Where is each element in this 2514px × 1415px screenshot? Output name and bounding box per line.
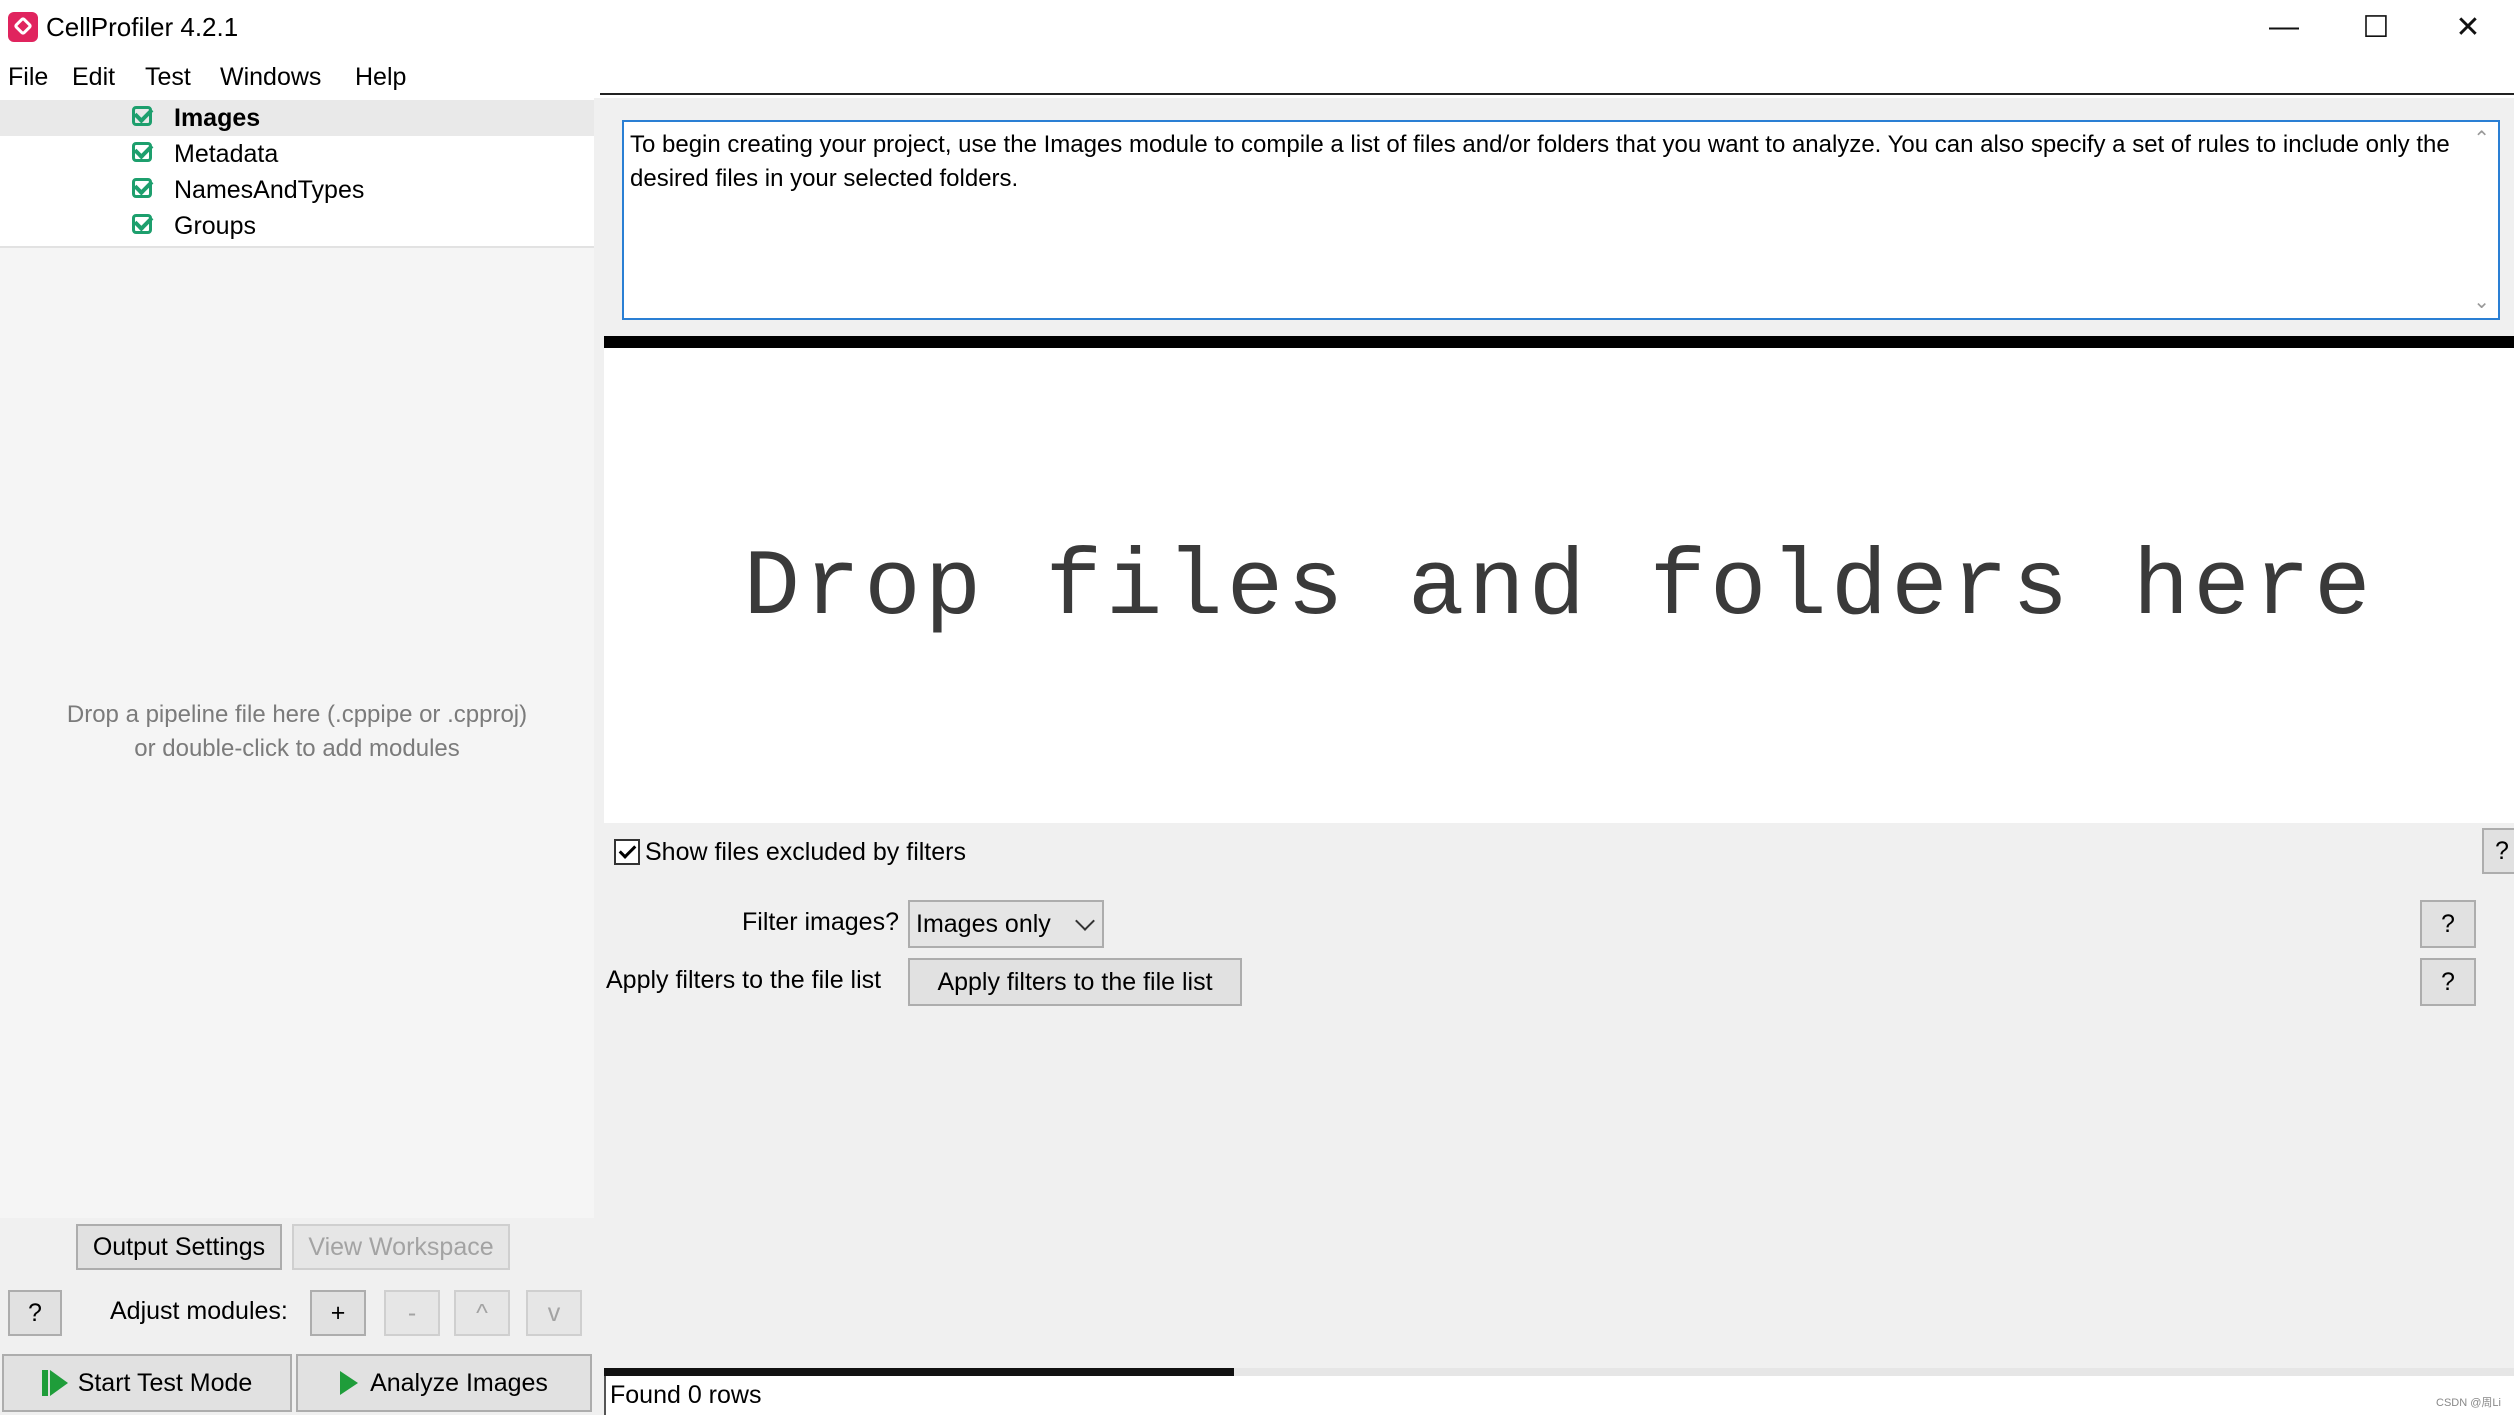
show-excluded-checkbox[interactable] <box>614 839 640 865</box>
pipeline-drop-line1: Drop a pipeline file here (.cppipe or .c… <box>66 701 528 728</box>
drop-files-text: Drop files and folders here <box>743 536 2375 642</box>
module-row-groups[interactable]: Groups <box>0 208 594 244</box>
analyze-images-button[interactable]: Analyze Images <box>296 1354 592 1412</box>
status-text: Found 0 rows <box>610 1381 762 1409</box>
maximize-button[interactable]: ☐ <box>2330 0 2422 54</box>
module-label: Images <box>174 104 261 132</box>
output-settings-button[interactable]: Output Settings <box>76 1224 282 1270</box>
status-bar: Found 0 rows <box>604 1376 2514 1415</box>
settings-divider <box>600 93 2514 101</box>
close-button[interactable]: ✕ <box>2422 0 2514 54</box>
module-label: NamesAndTypes <box>174 176 365 204</box>
filter-images-value: Images only <box>916 909 1051 938</box>
menu-edit[interactable]: Edit <box>72 62 115 92</box>
move-module-up-button[interactable]: ^ <box>454 1290 510 1336</box>
module-enabled-check-icon[interactable] <box>132 142 152 162</box>
pipeline-help-button[interactable]: ? <box>8 1290 62 1336</box>
filter-images-help-button[interactable]: ? <box>2420 900 2476 948</box>
adjust-modules-label: Adjust modules: <box>110 1297 288 1325</box>
apply-filters-label: Apply filters to the file list <box>606 966 882 994</box>
watermark: CSDN @周Li <box>2436 1397 2501 1409</box>
apply-filters-help-button[interactable]: ? <box>2420 958 2476 1006</box>
module-row-metadata[interactable]: Metadata <box>0 136 594 172</box>
module-list: Images Metadata NamesAndTypes Groups <box>0 98 594 248</box>
analyze-images-label: Analyze Images <box>370 1368 548 1397</box>
pipeline-drop-line2: or double-click to add modules <box>134 735 460 762</box>
progress-fill <box>604 1368 1235 1376</box>
scroll-up-icon[interactable]: ⌃ <box>2473 126 2490 151</box>
title-bar: CellProfiler 4.2.1 — ☐ ✕ <box>0 0 2514 54</box>
menu-windows[interactable]: Windows <box>220 62 321 92</box>
module-row-images[interactable]: Images <box>0 100 594 136</box>
play-icon <box>340 1371 359 1395</box>
file-list-header-bar <box>604 336 2514 348</box>
show-excluded-help-button[interactable]: ? <box>2482 828 2514 874</box>
module-enabled-check-icon[interactable] <box>132 178 152 198</box>
module-label: Metadata <box>174 140 279 168</box>
progress-bar <box>604 1368 2514 1376</box>
start-test-mode-label: Start Test Mode <box>77 1368 253 1397</box>
menu-file[interactable]: File <box>8 62 48 92</box>
view-workspace-button[interactable]: View Workspace <box>292 1224 510 1270</box>
test-mode-play-icon <box>41 1370 68 1396</box>
show-excluded-label: Show files excluded by filters <box>645 838 966 866</box>
window-title: CellProfiler 4.2.1 <box>46 12 239 42</box>
pipeline-drop-hint[interactable]: Drop a pipeline file here (.cppipe or .c… <box>0 698 594 766</box>
pipeline-panel <box>0 98 594 1218</box>
module-help-textbox[interactable]: To begin creating your project, use the … <box>622 120 2500 320</box>
scroll-down-icon[interactable]: ⌄ <box>2473 289 2490 314</box>
module-enabled-check-icon[interactable] <box>132 106 152 126</box>
filter-images-select[interactable]: Images only <box>908 900 1104 948</box>
move-module-down-button[interactable]: v <box>526 1290 582 1336</box>
module-help-text: To begin creating your project, use the … <box>630 131 2450 192</box>
module-row-namesandtypes[interactable]: NamesAndTypes <box>0 172 594 208</box>
filter-images-label: Filter images? <box>742 908 899 936</box>
module-enabled-check-icon[interactable] <box>132 214 152 234</box>
module-label: Groups <box>174 212 256 240</box>
start-test-mode-button[interactable]: Start Test Mode <box>2 1354 292 1412</box>
chevron-down-icon <box>1075 911 1095 931</box>
menu-test[interactable]: Test <box>145 62 191 92</box>
file-drop-area[interactable]: Drop files and folders here <box>604 348 2514 823</box>
apply-filters-button[interactable]: Apply filters to the file list <box>908 958 1242 1006</box>
cellprofiler-logo-icon <box>8 12 38 42</box>
add-module-button[interactable]: + <box>310 1290 366 1336</box>
menu-bar: File Edit Test Windows Help <box>0 54 2514 98</box>
minimize-button[interactable]: — <box>2238 0 2330 54</box>
remove-module-button[interactable]: - <box>384 1290 440 1336</box>
menu-help[interactable]: Help <box>355 62 406 92</box>
